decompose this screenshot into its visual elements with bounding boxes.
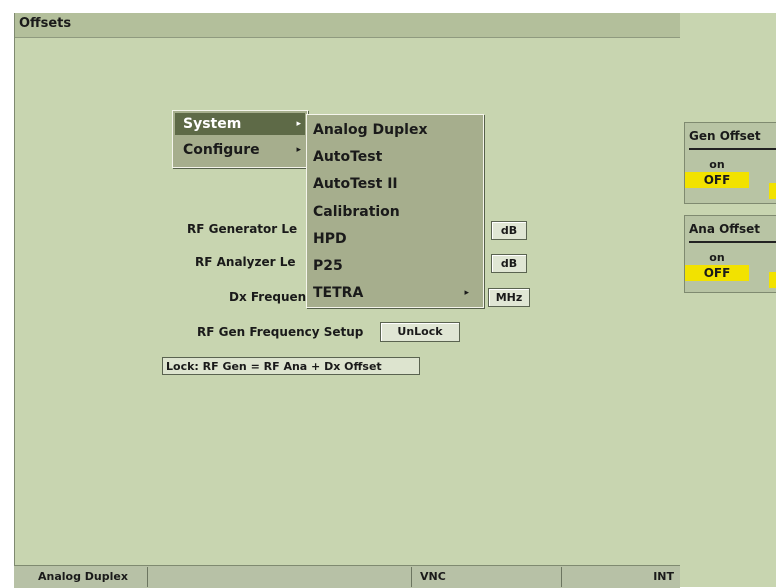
divider [689, 148, 776, 150]
status-middle [148, 567, 412, 587]
menu-item-label: Configure [183, 142, 260, 158]
gen-offset-off-indicator [769, 183, 776, 199]
rf-ana-level-unit[interactable]: dB [491, 254, 527, 273]
gen-offset-title: Gen Offset [689, 129, 761, 143]
status-connection: VNC [412, 567, 562, 587]
lock-formula-note: Lock: RF Gen = RF Ana + Dx Offset [162, 357, 420, 375]
ana-offset-panel[interactable]: Ana Offset on OFF [684, 215, 776, 293]
status-bar: Analog Duplex VNC INT [14, 565, 680, 588]
submenu-arrow-icon: ▸ [296, 119, 301, 129]
dx-frequency-label: Dx Frequen [229, 290, 307, 304]
submenu-item-autotest[interactable]: AutoTest [313, 144, 479, 170]
gen-offset-on-option[interactable]: on [685, 158, 749, 171]
menu-item-system[interactable]: System ▸ [175, 113, 305, 135]
submenu-item-analog-duplex[interactable]: Analog Duplex [313, 117, 479, 143]
ana-offset-off-indicator [769, 272, 776, 288]
gen-offset-off-option[interactable]: OFF [685, 172, 749, 188]
rf-ana-level-label: RF Analyzer Le [195, 255, 296, 269]
status-mode: Analog Duplex [24, 567, 148, 587]
menu-item-configure[interactable]: Configure ▸ [175, 139, 305, 161]
divider [689, 241, 776, 243]
gen-offset-panel[interactable]: Gen Offset on OFF [684, 122, 776, 204]
submenu-item-calibration[interactable]: Calibration [313, 199, 479, 225]
rf-gen-level-label: RF Generator Le [187, 222, 298, 236]
menu-item-label: System [183, 116, 242, 132]
submenu-item-tetra[interactable]: TETRA ▸ [313, 280, 479, 306]
context-menu: System ▸ Configure ▸ [172, 110, 308, 168]
ana-offset-on-option[interactable]: on [685, 251, 749, 264]
rf-gen-freq-setup-label: RF Gen Frequency Setup [197, 325, 364, 339]
submenu-item-p25[interactable]: P25 [313, 253, 479, 279]
rf-gen-level-unit[interactable]: dB [491, 221, 527, 240]
unlock-button[interactable]: UnLock [380, 322, 460, 342]
status-source: INT [653, 570, 674, 583]
ana-offset-title: Ana Offset [689, 222, 761, 236]
submenu-item-autotest-ii[interactable]: AutoTest II [313, 171, 479, 197]
submenu-arrow-icon: ▸ [296, 145, 301, 155]
window-title: Offsets [19, 16, 72, 31]
submenu-item-hpd[interactable]: HPD [313, 226, 479, 252]
menu-item-label: TETRA [313, 285, 364, 301]
system-submenu: Analog Duplex AutoTest AutoTest II Calib… [306, 114, 484, 308]
submenu-arrow-icon: ▸ [464, 288, 469, 298]
side-column [680, 13, 776, 587]
ana-offset-off-option[interactable]: OFF [685, 265, 749, 281]
window-title-bar: Offsets [15, 13, 681, 38]
dx-frequency-unit[interactable]: MHz [488, 288, 530, 307]
